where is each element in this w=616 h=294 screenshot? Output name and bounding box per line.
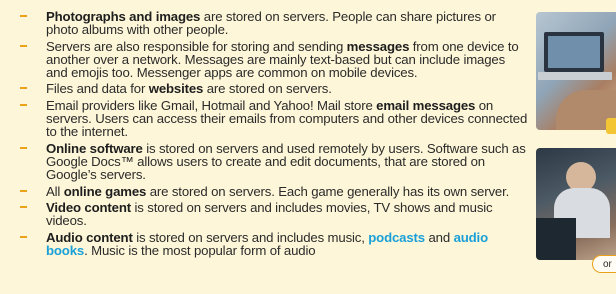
person-at-computer-photo	[536, 148, 616, 260]
item-text: All	[46, 183, 64, 199]
photo-tag	[606, 118, 616, 134]
caption-text: or	[603, 259, 612, 270]
item-text: Files and data for	[46, 81, 149, 97]
server-uses-list: Photographs and images are stored on ser…	[18, 10, 530, 261]
list-item: Email providers like Gmail, Hotmail and …	[18, 99, 530, 138]
item-text: . Music is the most popular form of audi…	[84, 243, 316, 258]
item-keyword: online games	[63, 183, 147, 199]
list-item: Online software is stored on servers and…	[18, 142, 530, 181]
item-text: are stored on servers. Each game general…	[146, 183, 510, 199]
page: Photographs and images are stored on ser…	[0, 0, 616, 294]
item-keyword: websites	[148, 81, 204, 97]
list-item: Files and data for websites are stored o…	[18, 81, 530, 97]
list-item: Servers are also responsible for storing…	[18, 40, 530, 79]
item-text: are stored on servers.	[203, 81, 332, 97]
laptop-photo	[536, 12, 616, 130]
podcasts-link[interactable]: podcasts	[368, 230, 425, 245]
list-item-audio: Audio content is stored on servers and i…	[18, 231, 530, 257]
list-item: Video content is stored on servers and i…	[18, 201, 530, 227]
list-item: Photographs and images are stored on ser…	[18, 10, 530, 36]
list-item: All online games are stored on servers. …	[18, 185, 530, 198]
photo-caption: or	[592, 255, 616, 273]
item-text: and	[424, 229, 454, 245]
